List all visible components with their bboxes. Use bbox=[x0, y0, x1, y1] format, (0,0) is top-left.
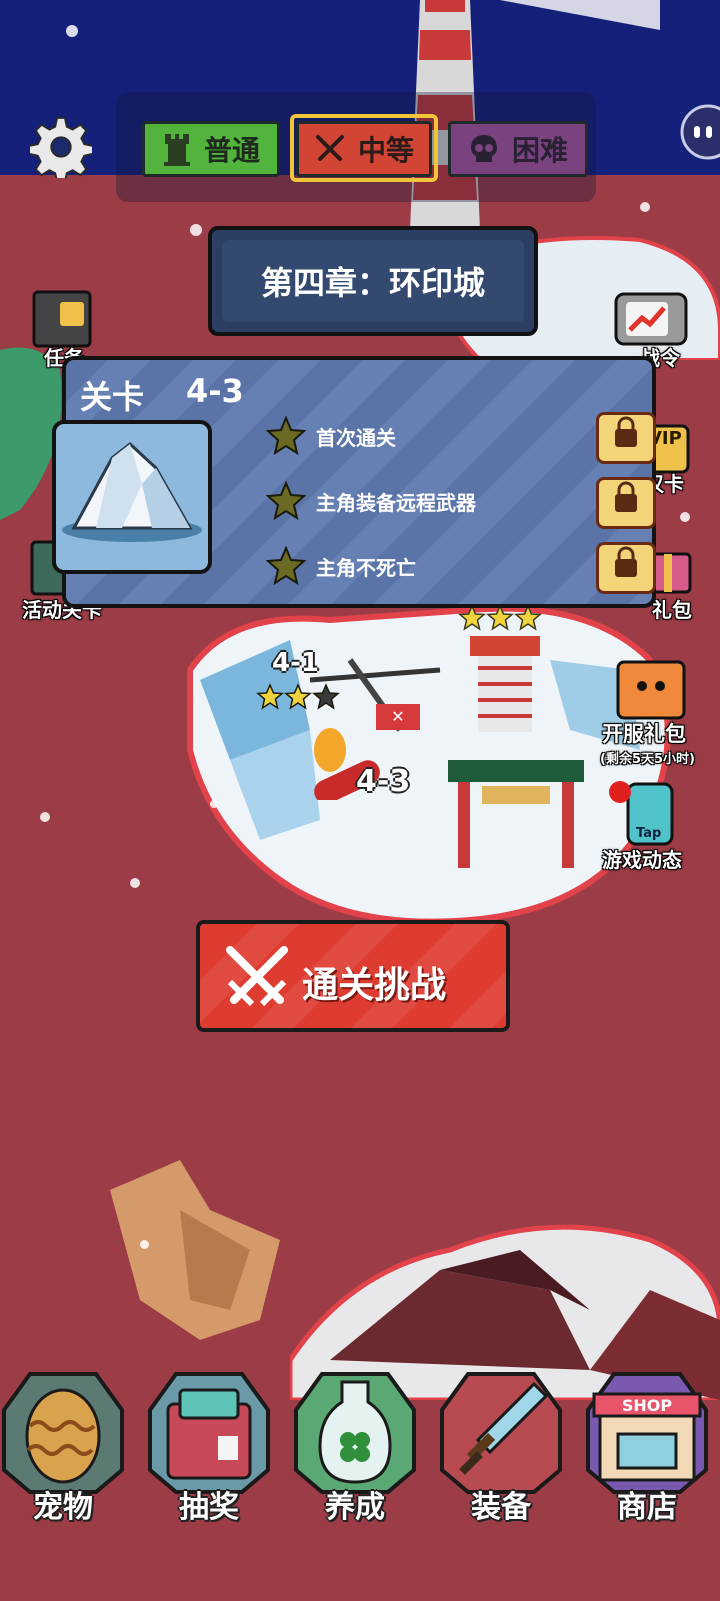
level-panel-title: 关卡 bbox=[80, 378, 145, 416]
challenge-button-label: 通关挑战 bbox=[302, 965, 447, 1006]
shop-sign-text: SHOP bbox=[622, 1396, 673, 1415]
tap-text: Tap bbox=[636, 826, 662, 841]
requirement-row-1: 首次通关 bbox=[266, 412, 396, 460]
requirement-row-3: 主角不死亡 bbox=[266, 542, 416, 590]
egg-icon bbox=[2, 1372, 124, 1494]
lootbox-icon bbox=[148, 1372, 270, 1494]
requirement-text-3: 主角不死亡 bbox=[316, 555, 416, 580]
skull-icon bbox=[470, 135, 497, 162]
crossed-swords-icon bbox=[226, 946, 288, 1007]
map-level-stars-top bbox=[458, 604, 542, 631]
star-icon bbox=[266, 481, 306, 521]
server-gift-label[interactable]: 开服礼包 bbox=[602, 718, 686, 748]
nav-equipment-label: 装备 bbox=[471, 1490, 531, 1525]
snowflake bbox=[210, 800, 218, 808]
difficulty-medium-button[interactable]: 中等 bbox=[296, 121, 432, 177]
iceberg-icon bbox=[62, 442, 202, 542]
reward-chest-1[interactable] bbox=[596, 412, 656, 464]
challenge-button[interactable]: 通关挑战 bbox=[196, 920, 510, 1032]
requirement-text-1: 首次通关 bbox=[316, 425, 396, 450]
map-star-empty bbox=[312, 683, 340, 710]
tower-structure bbox=[470, 636, 540, 732]
settings-gear-icon[interactable] bbox=[30, 116, 92, 178]
difficulty-medium-label: 中等 bbox=[357, 134, 414, 167]
locked-chest-icon bbox=[615, 481, 637, 512]
star-sparkle bbox=[66, 25, 78, 37]
chat-bubble-icon[interactable] bbox=[676, 104, 720, 160]
castle-icon bbox=[163, 134, 190, 166]
difficulty-easy-button[interactable]: 普通 bbox=[142, 121, 280, 177]
map-level-4-3-label[interactable]: 4-3 bbox=[356, 764, 410, 799]
svg-text:✕: ✕ bbox=[391, 707, 404, 726]
battle-pass-tv-icon[interactable] bbox=[612, 282, 690, 348]
level-thumbnail bbox=[52, 420, 212, 574]
chapter-banner: 第四章：环印城 bbox=[208, 226, 538, 336]
snowflake bbox=[130, 878, 140, 888]
map-level-4-1-label[interactable]: 4-1 bbox=[272, 648, 319, 678]
snowflake bbox=[140, 1240, 149, 1249]
crossed-swords-icon bbox=[315, 135, 344, 161]
nav-lottery-button[interactable] bbox=[146, 1370, 272, 1496]
map-star-filled bbox=[256, 683, 284, 710]
snowflake bbox=[40, 812, 50, 822]
requirement-text-2: 主角装备远程武器 bbox=[316, 490, 476, 515]
shop-icon: SHOP bbox=[586, 1372, 708, 1494]
server-gift-timer: (剩余5天5小时) bbox=[600, 752, 695, 767]
gate-structure bbox=[448, 760, 584, 868]
locked-chest-icon bbox=[615, 416, 637, 447]
nav-shop-button[interactable]: SHOP bbox=[584, 1370, 710, 1496]
difficulty-hard-button[interactable]: 困难 bbox=[448, 121, 588, 177]
light-beam-decoration bbox=[500, 0, 660, 30]
gift-pack-label[interactable]: 礼包 bbox=[652, 594, 692, 623]
requirement-row-2: 主角装备远程武器 bbox=[266, 477, 476, 525]
bottle-clover-icon bbox=[294, 1372, 416, 1494]
difficulty-hard-label: 困难 bbox=[511, 134, 568, 167]
nav-nurture-button[interactable] bbox=[292, 1370, 418, 1496]
task-book-icon[interactable] bbox=[30, 288, 94, 350]
nav-lottery-label: 抽奖 bbox=[179, 1490, 239, 1525]
snowflake bbox=[190, 224, 202, 236]
nav-pet-button[interactable] bbox=[0, 1370, 126, 1496]
nav-shop-label: 商店 bbox=[617, 1490, 677, 1525]
nav-pet-label: 宠物 bbox=[33, 1490, 93, 1525]
star-icon bbox=[266, 416, 306, 456]
chapter-title: 第四章：环印城 bbox=[260, 264, 485, 302]
reward-chest-2[interactable] bbox=[596, 477, 656, 529]
bottom-navigation: SHOP bbox=[0, 1360, 720, 1601]
snowflake bbox=[640, 202, 650, 212]
sword-icon bbox=[440, 1372, 562, 1494]
snowflake bbox=[680, 512, 690, 522]
nav-equipment-button[interactable] bbox=[438, 1370, 564, 1496]
locked-chest-icon bbox=[615, 546, 637, 577]
level-panel-number: 4-3 bbox=[186, 372, 244, 410]
game-news-label[interactable]: 游戏动态 bbox=[602, 844, 682, 873]
map-level-4-1-stars bbox=[256, 683, 340, 710]
difficulty-easy-label: 普通 bbox=[203, 134, 260, 167]
wooden-ruins bbox=[110, 1160, 280, 1340]
server-gift-icon[interactable] bbox=[612, 652, 690, 722]
nav-nurture-label: 养成 bbox=[325, 1490, 385, 1525]
map-star-filled bbox=[284, 683, 312, 710]
level-info-panel: 关卡 4-3 首次通关 主角装备远程武器 主角不死亡 bbox=[52, 356, 656, 608]
reward-chest-3[interactable] bbox=[596, 542, 656, 594]
star-icon bbox=[266, 546, 306, 586]
